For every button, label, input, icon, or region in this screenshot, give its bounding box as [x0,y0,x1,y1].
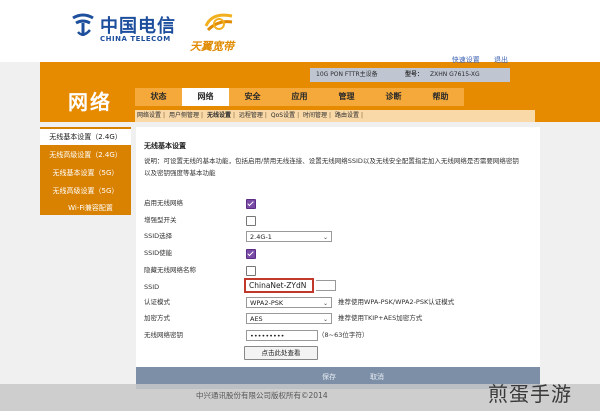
brand-en: CHINA TELECOM [100,35,171,43]
tab-diagnosis[interactable]: 诊断 [370,88,417,106]
sidebar-item-advanced-24g[interactable]: 无线高级设置（2.4G） [40,147,131,163]
ssid-input[interactable]: ChinaNet-ZYdN [244,278,314,293]
ssid-input-tail [316,280,336,291]
china-telecom-logo: 中国电信 CHINA TELECOM [70,12,200,52]
sidebar-item-advanced-5g[interactable]: 无线高级设置（5G） [40,183,131,199]
hide-ssid-checkbox[interactable] [246,266,256,276]
chevron-down-icon: ⌄ [322,316,328,323]
model-label: 型号： [405,71,424,78]
password-input[interactable]: ••••••••• [246,330,318,341]
password-hint: （8~63位字符） [318,331,369,339]
sidebar-item-basic-24g[interactable]: 无线基本设置（2.4G） [40,129,131,145]
china-telecom-mark-icon [72,13,94,36]
model-value: ZXHN G7615-XG [430,71,480,78]
chevron-down-icon: ⌄ [322,300,328,307]
page-title: 无线基本设置 [144,142,186,150]
tab-help[interactable]: 帮助 [417,88,464,106]
sidebar: 无线基本设置（2.4G） 无线高级设置（2.4G） 无线基本设置（5G） 无线高… [40,127,131,215]
subtab-user-side[interactable]: 用户侧管理 [167,112,201,119]
ssid-select-label: SSID选择 [144,232,173,240]
tab-application[interactable]: 应用 [276,88,323,106]
auth-mode-select[interactable]: WPA2-PSK ⌄ [246,297,332,308]
subtab-wireless[interactable]: 无线设置 [205,112,233,119]
enable-wireless-checkbox[interactable] [246,199,256,209]
tab-status[interactable]: 状态 [135,88,182,106]
tab-security[interactable]: 安全 [229,88,276,106]
ssid-enable-label: SSID使能 [144,249,173,257]
encryption-label: 加密方式 [144,314,170,322]
sub-tabs: 网络设置 | 用户侧管理 | 无线设置 | 远程管理 | QoS设置 | 时间管理 | 路由… [135,110,535,122]
device-type: 10G PON FTTR主设备 [316,71,378,78]
auth-mode-hint: 推荐使用WPA-PSK/WPA2-PSK认证模式 [338,298,455,306]
subtab-network-settings[interactable]: 网络设置 [135,112,163,119]
encryption-hint: 推荐使用TKIP+AES加密方式 [338,314,423,322]
subtab-time[interactable]: 时间管理 [301,112,329,119]
ssid-enable-checkbox[interactable] [246,249,256,259]
enhanced-switch-label: 增强型开关 [144,216,177,224]
quick-setup-link[interactable]: 快速设置 [452,56,480,64]
cancel-button[interactable]: 取消 [370,372,384,382]
watermark: 煎蛋手游 [488,382,572,406]
page-description: 说明：可设置无线的基本功能，包括启用/禁用无线连接、设置无线网络SSID以及无线… [144,157,519,177]
copyright-text: 中兴通讯股份有限公司版权所有©2014 [196,391,328,400]
header: 中国电信 CHINA TELECOM 天翼宽带 [0,0,600,62]
ssid-label: SSID [144,283,160,291]
enable-wireless-label: 启用无线网络 [144,199,183,207]
hide-ssid-label: 隐藏无线网络名称 [144,266,196,274]
password-label: 无线网络密钥 [144,331,183,339]
subtab-remote[interactable]: 远程管理 [237,112,265,119]
save-button[interactable]: 保存 [322,372,336,382]
enhanced-switch-checkbox[interactable] [246,216,256,226]
ssid-select-value: 2.4G-1 [250,233,272,241]
device-info-bar: 10G PON FTTR主设备 型号： ZXHN G7615-XG [310,68,510,82]
tianyi-broadband-logo: 天翼宽带 [190,10,260,54]
tab-network[interactable]: 网络 [182,88,229,106]
encryption-value: AES [250,315,263,323]
main-content: 无线基本设置 说明：可设置无线的基本功能，包括启用/禁用无线连接、设置无线网络S… [136,127,540,367]
section-title: 网络 [68,90,112,114]
encryption-select[interactable]: AES ⌄ [246,313,332,324]
tianyi-swirl-icon [204,13,233,32]
sidebar-item-basic-5g[interactable]: 无线基本设置（5G） [40,165,131,181]
chevron-down-icon: ⌄ [322,234,328,241]
subtab-qos[interactable]: QoS设置 [269,112,297,119]
subtab-routing[interactable]: 路由设置 [333,112,361,119]
show-password-button[interactable]: 点击此处查看 [244,346,318,360]
sub-brand: 天翼宽带 [190,40,234,53]
main-tabs: 状态 网络 安全 应用 管理 诊断 帮助 [135,88,464,106]
auth-mode-label: 认证模式 [144,298,170,306]
logout-link[interactable]: 退出 [494,56,508,64]
top-links: 快速设置 退出 [440,55,508,65]
tab-management[interactable]: 管理 [323,88,370,106]
sidebar-item-wifi-compat[interactable]: Wi-Fi兼容配置 [40,200,131,216]
auth-mode-value: WPA2-PSK [250,299,284,307]
ssid-select[interactable]: 2.4G-1 ⌄ [246,231,332,242]
router-admin-page: 中国电信 CHINA TELECOM 天翼宽带 网络 快速设置 退出 10G P… [0,0,600,411]
